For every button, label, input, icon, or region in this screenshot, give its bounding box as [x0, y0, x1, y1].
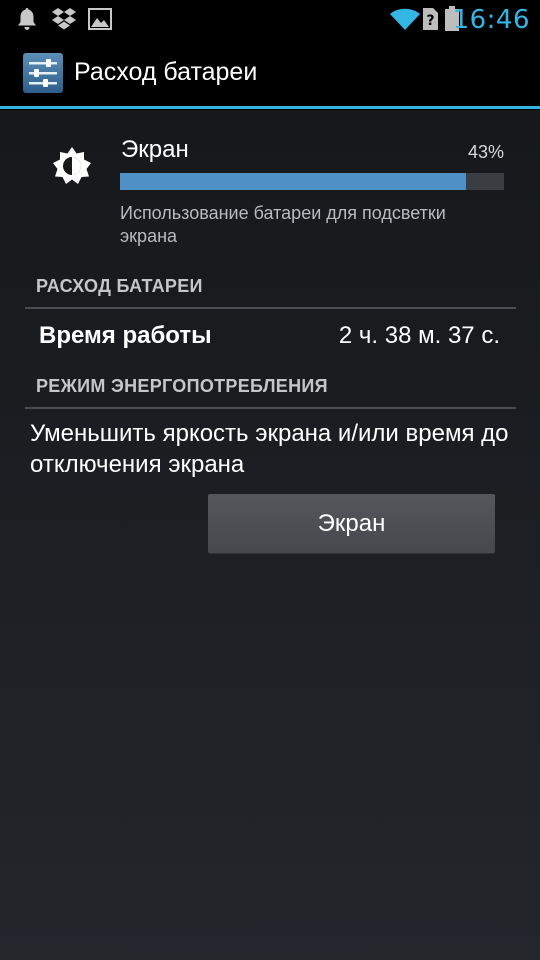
- no-sim-icon: ?: [423, 8, 438, 30]
- power-advice-text: Уменьшить яркость экрана и/или время до …: [30, 420, 509, 478]
- app-name: Экран: [121, 136, 189, 163]
- action-bar: Расход батареи: [0, 38, 540, 106]
- status-bar: ? 16:46: [0, 0, 540, 38]
- usage-progress-fill: [120, 173, 466, 190]
- settings-sliders-icon[interactable]: [22, 52, 64, 94]
- image-icon: [88, 8, 112, 30]
- screen-settings-button[interactable]: Экран: [208, 494, 495, 553]
- section-divider: [25, 407, 516, 409]
- usage-progress-bar: [120, 173, 504, 190]
- usage-percent: 43%: [467, 142, 504, 162]
- bell-icon: [18, 8, 36, 30]
- svg-text:?: ?: [426, 13, 434, 29]
- row-label: Время работы: [39, 322, 212, 349]
- section-header-battery: РАСХОД БАТАРЕИ: [36, 276, 203, 296]
- row-value: 2 ч. 38 м. 37 с.: [338, 322, 500, 349]
- dropbox-icon: [52, 8, 76, 30]
- wifi-icon: [390, 8, 420, 30]
- usage-description: Использование батареи для подсветки экра…: [120, 203, 446, 246]
- action-bar-divider: [0, 106, 540, 109]
- page-title: Расход батареи: [74, 58, 258, 86]
- status-time: 16:46: [452, 5, 530, 35]
- brightness-icon: [53, 147, 91, 184]
- section-header-power: РЕЖИМ ЭНЕРГОПОТРЕБЛЕНИЯ: [36, 376, 328, 396]
- section-divider: [25, 307, 516, 309]
